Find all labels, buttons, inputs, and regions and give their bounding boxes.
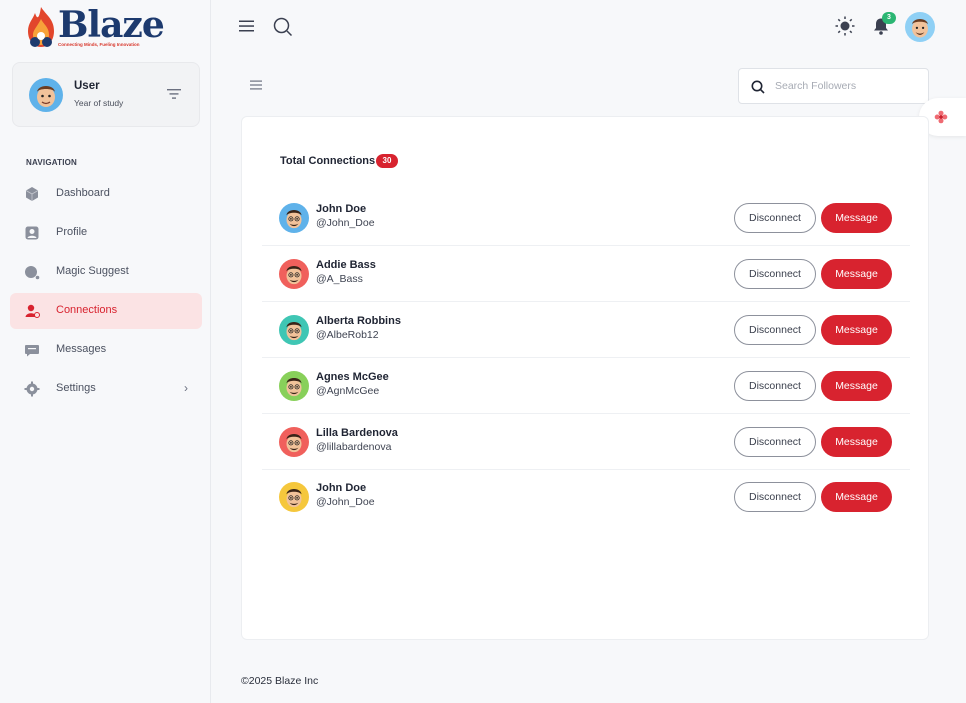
list-item: Addie Bass @A_Bass Disconnect Message (262, 246, 910, 302)
sidebar-item-label: Magic Suggest (56, 265, 129, 277)
sidebar-item-magic-suggest[interactable]: Magic Suggest (10, 254, 202, 290)
sidebar-item-settings[interactable]: Settings › (10, 371, 202, 407)
sidebar-item-dashboard[interactable]: Dashboard (10, 176, 202, 212)
connection-avatar[interactable] (279, 482, 309, 512)
connection-avatar[interactable] (279, 259, 309, 289)
connection-name: John Doe (316, 203, 367, 215)
connection-handle: @John_Doe (316, 217, 375, 229)
brand-tagline: Connecting Minds, Fueling Innovation (58, 42, 140, 47)
sidebar-item-label: Connections (56, 304, 118, 316)
connections-title: Total Connections (280, 155, 376, 167)
menu-icon[interactable] (239, 20, 254, 32)
sidebar-item-messages[interactable]: Messages (10, 332, 202, 368)
connection-avatar[interactable] (279, 315, 309, 345)
connections-count-badge: 30 (376, 154, 398, 168)
connection-handle: @lillabardenova (316, 441, 392, 453)
user-card[interactable]: User Year of study (12, 62, 200, 127)
disconnect-button[interactable]: Disconnect (734, 427, 816, 457)
list-item: John Doe @John_Doe Disconnect Message (262, 469, 910, 525)
search-icon[interactable] (273, 17, 293, 37)
connection-avatar[interactable] (279, 203, 309, 233)
message-button[interactable]: Message (821, 259, 892, 289)
connection-name: Addie Bass (316, 259, 376, 271)
sidebar-item-label: Dashboard (56, 187, 110, 199)
notification-badge: 3 (882, 12, 896, 24)
footer-copyright: ©2025 Blaze Inc (241, 675, 319, 687)
user-name: User (74, 80, 100, 92)
search-followers-box (738, 68, 929, 104)
sidebar-item-profile[interactable]: Profile (10, 215, 202, 251)
list-menu-icon[interactable] (250, 80, 262, 90)
list-item: Lilla Bardenova @lillabardenova Disconnect… (262, 414, 910, 470)
connection-name: John Doe (316, 482, 367, 494)
connection-handle: @AlbeRob12 (316, 329, 379, 341)
message-button[interactable]: Message (821, 203, 892, 233)
connections-card: Total Connections 30 John Doe @John_Doe Di… (241, 116, 929, 640)
message-icon (25, 345, 39, 357)
magic-icon (25, 266, 40, 280)
disconnect-button[interactable]: Disconnect (734, 315, 816, 345)
sidebar-item-label: Profile (56, 226, 88, 238)
sidebar-item-label: Settings (56, 382, 96, 394)
message-button[interactable]: Message (821, 482, 892, 512)
brand-logo[interactable]: Blaze Connecting Minds, Fueling Innovati… (24, 4, 165, 51)
top-bar: 3 (211, 0, 966, 55)
chevron-right-icon: › (184, 381, 188, 395)
list-item: Alberta Robbins @AlbeRob12 Disconnect Messa… (262, 302, 910, 358)
user-avatar (29, 78, 63, 112)
connection-name: Alberta Robbins (316, 315, 401, 327)
sidebar-item-connections[interactable]: Connections (10, 293, 202, 329)
disconnect-button[interactable]: Disconnect (734, 371, 816, 401)
connection-avatar[interactable] (279, 371, 309, 401)
theme-toggle-icon[interactable] (835, 16, 855, 36)
message-button[interactable]: Message (821, 371, 892, 401)
connection-avatar[interactable] (279, 427, 309, 457)
connection-handle: @AgnMcGee (316, 385, 380, 397)
sidebar-item-label: Messages (56, 343, 107, 355)
search-icon (751, 80, 765, 94)
search-followers-input[interactable] (775, 77, 920, 95)
connections-icon (25, 304, 40, 318)
filter-icon[interactable] (167, 88, 181, 100)
sidebar: Blaze Connecting Minds, Fueling Innovati… (0, 0, 211, 703)
nav-heading: NAVIGATION (26, 158, 78, 167)
cube-icon (25, 187, 39, 201)
connection-handle: @A_Bass (316, 273, 363, 285)
gear-icon (24, 381, 40, 397)
list-item: John Doe @John_Doe Disconnect Message (262, 190, 910, 246)
user-subtitle: Year of study (74, 98, 124, 108)
connection-name: Agnes McGee (316, 371, 389, 383)
flower-icon (934, 110, 948, 124)
flame-logo-icon (28, 7, 54, 47)
brand-name: Blaze (58, 4, 165, 46)
disconnect-button[interactable]: Disconnect (734, 203, 816, 233)
user-icon (25, 226, 39, 240)
profile-avatar[interactable] (905, 12, 935, 42)
message-button[interactable]: Message (821, 427, 892, 457)
message-button[interactable]: Message (821, 315, 892, 345)
connection-name: Lilla Bardenova (316, 427, 398, 439)
connection-handle: @John_Doe (316, 496, 375, 508)
disconnect-button[interactable]: Disconnect (734, 482, 816, 512)
disconnect-button[interactable]: Disconnect (734, 259, 816, 289)
list-item: Agnes McGee @AgnMcGee Disconnect Message (262, 358, 910, 414)
